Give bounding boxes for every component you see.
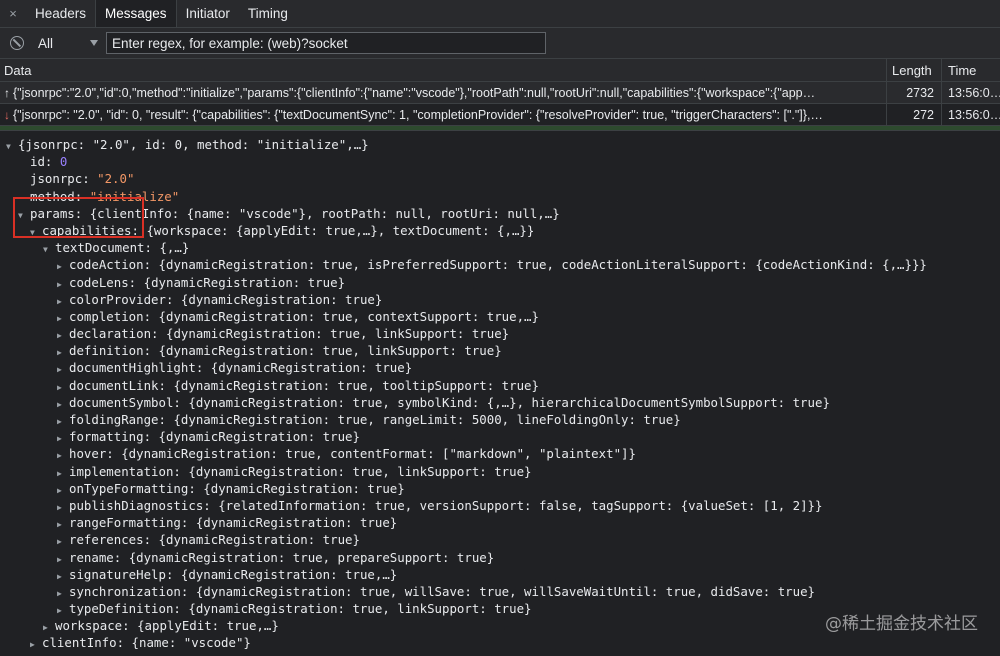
message-time: 13:56:0…: [941, 82, 1000, 103]
message-data: {"jsonrpc":"2.0","id":0,"method":"initia…: [13, 85, 816, 100]
message-length: 272: [886, 104, 941, 125]
message-type-select[interactable]: All: [38, 36, 86, 51]
tree-textdocument-item[interactable]: ▶ onTypeFormatting: {dynamicRegistration:…: [0, 480, 1000, 497]
tree-textdocument-item[interactable]: ▶ documentHighlight: {dynamicRegistration…: [0, 359, 1000, 376]
tree-root[interactable]: ▼ {jsonrpc: "2.0", id: 0, method: "initia…: [0, 136, 1000, 153]
highlight-annotation-box: [13, 197, 144, 238]
regex-filter-input[interactable]: [106, 32, 546, 54]
tree-id: id: 0: [30, 154, 68, 170]
message-row-received[interactable]: ↓ {"jsonrpc": "2.0", "id": 0, "result": {…: [0, 104, 1000, 126]
collapsed-triangle-icon[interactable]: ▶: [30, 636, 42, 653]
tree-capabilities[interactable]: ▼ capabilities: {workspace: {applyEdit: t…: [0, 222, 1000, 239]
message-length: 2732: [886, 82, 941, 103]
received-arrow-icon: ↓: [4, 107, 10, 122]
watermark: @稀土掘金技术社区: [825, 614, 978, 634]
tree-params[interactable]: ▼ params: {clientInfo: {name: "vscode"}, …: [0, 205, 1000, 222]
message-time: 13:56:0…: [941, 104, 1000, 125]
tree-textdocument-item[interactable]: ▶ definition: {dynamicRegistration: true,…: [0, 342, 1000, 359]
tree-textdocument-item[interactable]: ▶ rangeFormatting: {dynamicRegistration: …: [0, 514, 1000, 531]
tree-textdocument-item[interactable]: ▶ formatting: {dynamicRegistration: true}: [0, 428, 1000, 445]
message-data: {"jsonrpc": "2.0", "id": 0, "result": {"…: [13, 107, 823, 122]
tree-textdocument-item[interactable]: ▶ publishDiagnostics: {relatedInformation…: [0, 497, 1000, 514]
column-length-header[interactable]: Length: [886, 59, 941, 81]
tree-textdocument-item[interactable]: ▶ foldingRange: {dynamicRegistration: tru…: [0, 411, 1000, 428]
tree-textdocument-item[interactable]: ▶ declaration: {dynamicRegistration: true…: [0, 325, 1000, 342]
message-json-tree: ▼ {jsonrpc: "2.0", id: 0, method: "initia…: [0, 131, 1000, 652]
tree-textdocument-item[interactable]: ▶ hover: {dynamicRegistration: true, cont…: [0, 445, 1000, 462]
tree-textdocument-item[interactable]: ▶ signatureHelp: {dynamicRegistration: tr…: [0, 566, 1000, 583]
tree-jsonrpc: jsonrpc: "2.0": [30, 171, 135, 187]
tree-textdocument-item[interactable]: ▶ documentLink: {dynamicRegistration: tru…: [0, 377, 1000, 394]
tree-textdocument-item[interactable]: ▶ completion: {dynamicRegistration: true,…: [0, 308, 1000, 325]
tab-timing[interactable]: Timing: [239, 0, 297, 27]
sent-arrow-icon: ↑: [4, 85, 10, 100]
tree-textdocument-item[interactable]: ▶ references: {dynamicRegistration: true}: [0, 531, 1000, 548]
tree-textdocument-item[interactable]: ▶ documentSymbol: {dynamicRegistration: t…: [0, 394, 1000, 411]
tree-textdocument[interactable]: ▼ textDocument: {,…}: [0, 239, 1000, 256]
tree-textdocument-item[interactable]: ▶ codeLens: {dynamicRegistration: true}: [0, 274, 1000, 291]
tree-clientinfo[interactable]: ▶ clientInfo: {name: "vscode"}: [0, 634, 1000, 651]
tab-messages[interactable]: Messages: [95, 0, 177, 27]
tab-bar: × Headers Messages Initiator Timing: [0, 0, 1000, 28]
tree-textdocument-item[interactable]: ▶ colorProvider: {dynamicRegistration: tr…: [0, 291, 1000, 308]
tree-textdocument-item[interactable]: ▶ synchronization: {dynamicRegistration: …: [0, 583, 1000, 600]
tab-initiator[interactable]: Initiator: [177, 0, 239, 27]
tab-headers[interactable]: Headers: [26, 0, 95, 27]
column-data-header[interactable]: Data: [0, 63, 886, 78]
tree-textdocument-item[interactable]: ▶ rename: {dynamicRegistration: true, pre…: [0, 549, 1000, 566]
column-time-header[interactable]: Time: [941, 59, 1000, 81]
tree-textdocument-item[interactable]: ▶ codeAction: {dynamicRegistration: true,…: [0, 256, 1000, 273]
clear-messages-icon[interactable]: [10, 36, 24, 50]
dropdown-arrow-icon[interactable]: [90, 40, 98, 46]
filter-bar: All: [0, 28, 1000, 59]
message-row-sent[interactable]: ↑ {"jsonrpc":"2.0","id":0,"method":"initi…: [0, 82, 1000, 104]
close-panel-button[interactable]: ×: [0, 0, 26, 27]
tree-textdocument-item[interactable]: ▶ implementation: {dynamicRegistration: t…: [0, 463, 1000, 480]
tree-method: method: "initialize": [30, 188, 180, 204]
messages-table-header: Data Length Time: [0, 59, 1000, 82]
